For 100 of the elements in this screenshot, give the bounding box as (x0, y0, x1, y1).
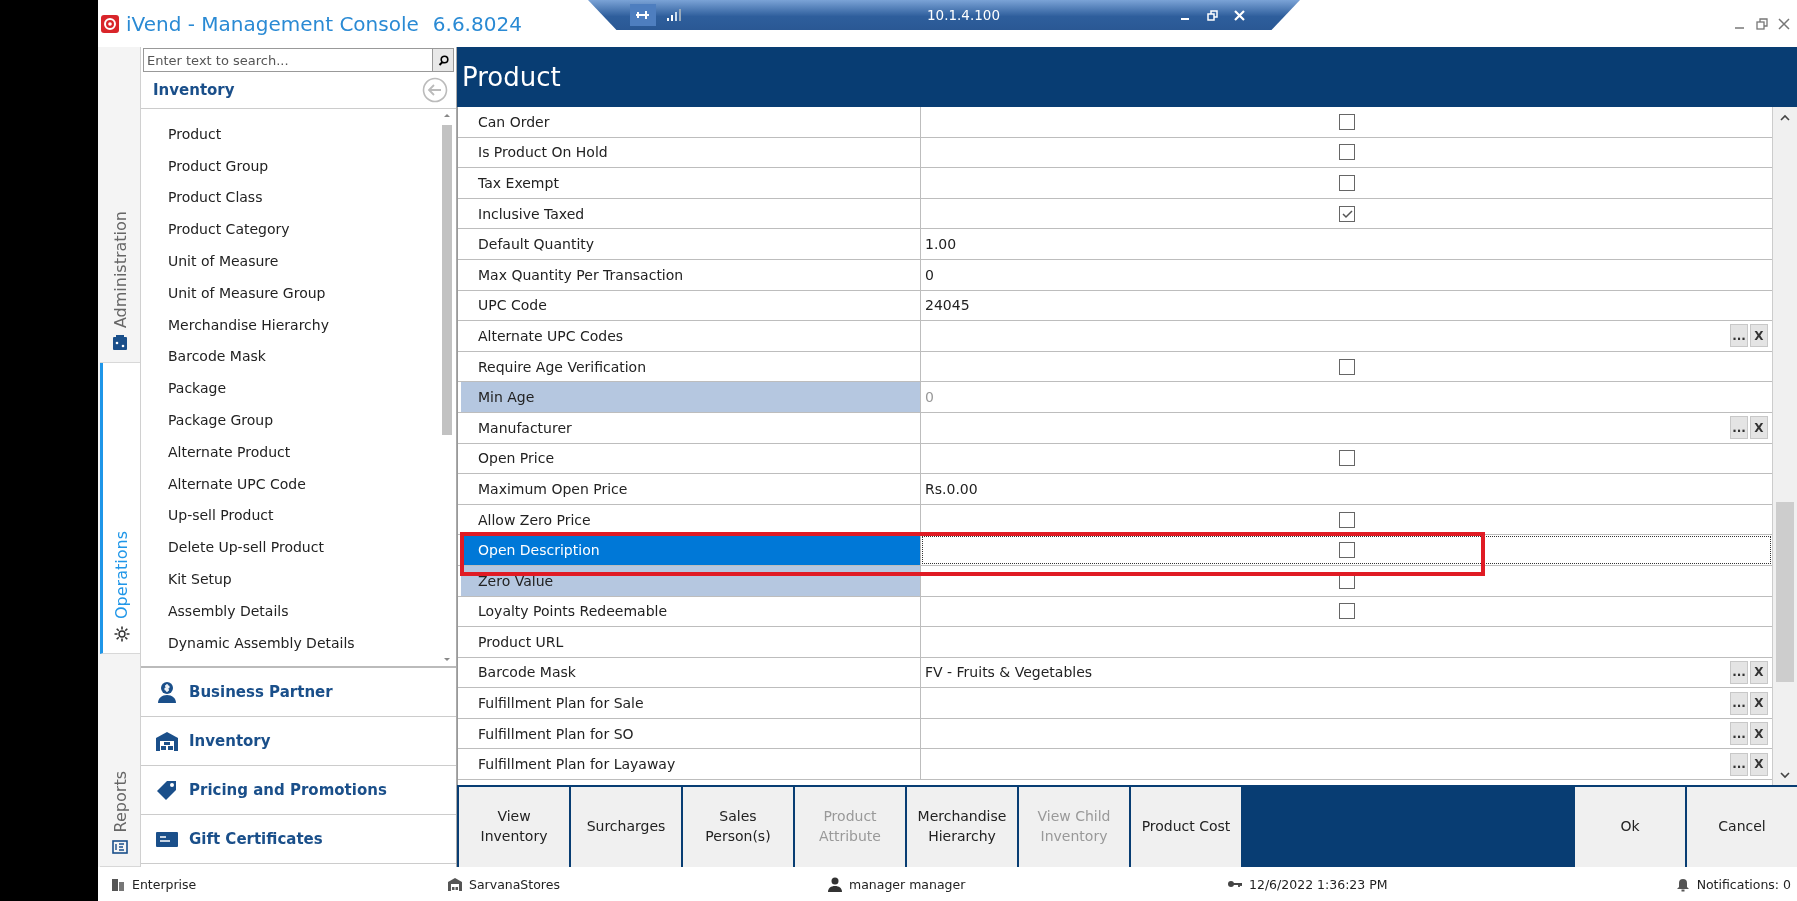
ok-button[interactable]: Ok (1575, 787, 1685, 867)
property-value: 0 (925, 389, 934, 406)
property-label[interactable]: Tax Exempt (461, 168, 921, 198)
status-text: SarvanaStores (469, 876, 560, 892)
clear-button[interactable]: X (1750, 661, 1768, 684)
nav-item[interactable]: Product (141, 118, 440, 150)
nav-item[interactable]: Unit of Measure Group (141, 277, 440, 309)
pin-button[interactable] (630, 4, 656, 26)
property-label[interactable]: Open Description (461, 535, 921, 565)
nav-item[interactable]: Unit of Measure (141, 245, 440, 277)
property-label[interactable]: Fulfillment Plan for Layaway (461, 749, 921, 780)
store-icon (447, 876, 463, 892)
signal-icon (666, 8, 682, 22)
property-label[interactable]: Allow Zero Price (461, 504, 921, 535)
search-field[interactable]: Enter text to search... (143, 48, 432, 72)
settings-icon (112, 625, 131, 643)
nav-group[interactable]: Inventory (141, 717, 456, 766)
status-text: Notifications: 0 (1696, 876, 1791, 892)
checkbox[interactable] (1338, 205, 1355, 222)
clear-button[interactable]: X (1750, 722, 1768, 746)
nav-group[interactable]: Pricing and Promotions (141, 766, 456, 815)
property-value: FV - Fruits & Vegetables (925, 664, 1093, 681)
property-label[interactable]: Default Quantity (461, 229, 921, 259)
nav-item[interactable]: Alternate UPC Code (141, 467, 440, 500)
checkbox[interactable] (1338, 175, 1355, 191)
property-label[interactable]: Require Age Verification (461, 351, 921, 382)
search-button[interactable] (432, 48, 454, 72)
status-text: 12/6/2022 1:36:23 PM (1249, 876, 1388, 892)
scrollbar[interactable] (1772, 107, 1797, 785)
browse-button[interactable]: ... (1730, 752, 1748, 776)
clear-button[interactable]: X (1750, 752, 1768, 776)
window-title: iVend - Management Console (126, 11, 419, 36)
browse-button[interactable]: ... (1730, 324, 1748, 348)
clear-button[interactable]: X (1750, 324, 1768, 348)
nav-item[interactable]: Merchandise Hierarchy (141, 308, 440, 341)
property-label[interactable]: Product URL (461, 627, 921, 657)
property-label[interactable]: UPC Code (461, 290, 921, 321)
property-value: 1.00 (925, 236, 957, 253)
browse-button[interactable]: ... (1730, 722, 1748, 746)
nav-group[interactable]: Gift Certificates (141, 815, 456, 864)
property-label[interactable]: Maximum Open Price (461, 474, 921, 504)
person-icon (155, 680, 179, 704)
browse-button[interactable]: ... (1730, 661, 1748, 684)
checkbox[interactable] (1338, 603, 1355, 620)
version-label: 6.6.8024 (432, 11, 522, 36)
property-label[interactable]: Is Product On Hold (461, 137, 921, 168)
checkbox[interactable] (1338, 542, 1355, 559)
property-label[interactable]: Fulfillment Plan for Sale (461, 688, 921, 718)
nav-group[interactable]: Business Partner (141, 668, 456, 717)
restore-icon[interactable] (1755, 16, 1769, 31)
section-title: Inventory (153, 81, 235, 99)
clear-button[interactable]: X (1750, 691, 1768, 715)
nav-item[interactable]: Alternate Product (141, 435, 440, 468)
building-icon (110, 876, 126, 892)
nav-item[interactable]: Package Group (141, 404, 440, 436)
property-value: Rs.0.00 (925, 480, 978, 497)
checkbox[interactable] (1338, 144, 1355, 161)
action-button[interactable]: Product Cost (1131, 787, 1241, 867)
nav-item[interactable]: Product Category (141, 213, 440, 246)
cancel-button[interactable]: Cancel (1687, 787, 1797, 867)
scroll-thumb[interactable] (442, 125, 452, 435)
action-button[interactable]: View Inventory (459, 787, 569, 867)
close-icon[interactable] (1777, 16, 1791, 31)
nav-item[interactable]: Barcode Mask (141, 340, 440, 373)
report-icon (111, 838, 129, 856)
nav-item[interactable]: Dynamic Assembly Details (141, 626, 440, 659)
property-label[interactable]: Max Quantity Per Transaction (461, 259, 921, 290)
nav-item[interactable]: Product Class (141, 181, 440, 214)
property-label[interactable]: Alternate UPC Codes (461, 321, 921, 351)
property-value: 24045 (925, 297, 970, 314)
property-label[interactable]: Inclusive Taxed (461, 198, 921, 229)
property-label[interactable]: Loyalty Points Redeemable (461, 596, 921, 627)
scroll-thumb[interactable] (1776, 502, 1794, 682)
property-label[interactable]: Manufacturer (461, 412, 921, 443)
action-button[interactable]: Surcharges (571, 787, 681, 867)
checkbox[interactable] (1338, 450, 1355, 467)
user-icon (827, 876, 843, 892)
browse-button[interactable]: ... (1730, 416, 1748, 440)
nav-item[interactable]: Kit Setup (141, 563, 440, 595)
action-button[interactable]: Sales Person(s) (683, 787, 793, 867)
remote-address: 10.1.4.100 (927, 7, 1000, 23)
nav-item[interactable]: Delete Up-sell Product (141, 531, 440, 564)
nav-item[interactable]: Package (141, 372, 440, 405)
nav-item[interactable]: Up-sell Product (141, 499, 440, 532)
property-label[interactable]: Can Order (461, 107, 921, 137)
checkbox[interactable] (1338, 358, 1355, 375)
restore-icon[interactable] (1206, 8, 1219, 22)
property-value: 0 (925, 266, 934, 283)
nav-item[interactable]: Product Group (141, 149, 440, 182)
clear-button[interactable]: X (1750, 416, 1768, 440)
tag-icon (155, 778, 179, 802)
property-label[interactable]: Barcode Mask (461, 657, 921, 688)
property-label[interactable]: Fulfillment Plan for SO (461, 718, 921, 749)
browse-button[interactable]: ... (1730, 691, 1748, 715)
nav-item[interactable]: Assembly Details (141, 594, 440, 627)
page-title: Product (462, 62, 561, 92)
action-button[interactable]: Merchandise Hierarchy (907, 787, 1017, 867)
property-label[interactable]: Open Price (461, 443, 921, 474)
checkbox[interactable] (1338, 511, 1355, 528)
checkbox[interactable] (1338, 113, 1355, 130)
